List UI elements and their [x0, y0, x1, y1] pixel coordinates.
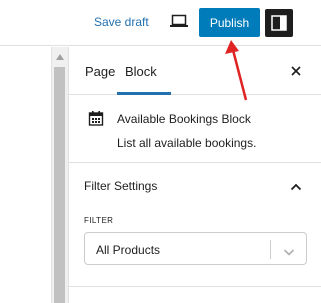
sidebar-toggle-icon[interactable]	[265, 9, 293, 37]
filter-select[interactable]: All Products	[84, 232, 307, 265]
filter-select-value: All Products	[96, 243, 161, 257]
scrollbar-thumb[interactable]	[54, 67, 65, 303]
panel-title: Filter Settings	[84, 179, 158, 193]
publish-button[interactable]: Publish	[199, 8, 260, 37]
save-draft-button[interactable]: Save draft	[94, 15, 149, 29]
select-divider	[270, 240, 271, 259]
chevron-down-icon[interactable]	[283, 244, 295, 256]
sidebar-tabs: Page Block	[69, 47, 321, 95]
desktop-preview-icon[interactable]	[170, 14, 188, 28]
editor-canvas	[0, 47, 51, 303]
editor-header: Save draft Publish	[0, 0, 321, 46]
block-title: Available Bookings Block	[117, 112, 251, 126]
filter-settings-panel: Filter Settings FILTER All Products	[69, 163, 321, 287]
filter-field-label: FILTER	[84, 216, 114, 225]
block-card: Available Bookings Block List all availa…	[69, 95, 321, 163]
calendar-icon	[88, 110, 104, 126]
settings-sidebar: Page Block Available Bookings Block List…	[68, 47, 321, 303]
tab-page[interactable]: Page	[85, 47, 115, 95]
close-icon[interactable]	[290, 64, 302, 76]
canvas-scrollbar[interactable]	[51, 47, 68, 303]
chevron-up-icon	[290, 179, 302, 191]
tab-block[interactable]: Block	[123, 47, 157, 95]
scroll-up-icon[interactable]	[56, 54, 64, 60]
filter-settings-toggle[interactable]: Filter Settings	[69, 163, 321, 207]
block-description: List all available bookings.	[117, 136, 257, 150]
